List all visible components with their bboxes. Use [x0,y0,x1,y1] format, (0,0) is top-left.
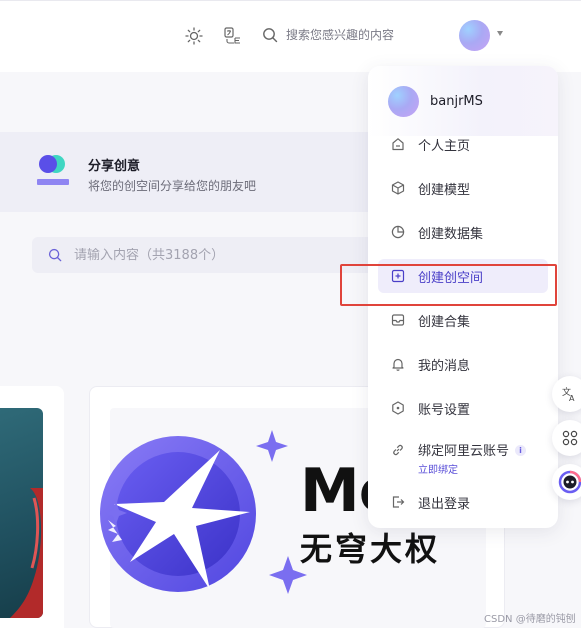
top-divider [0,0,581,1]
username: banjrMS [430,94,483,109]
assistant-icon [558,470,581,494]
menu-item-label: 创建创空间 [418,270,484,286]
info-icon[interactable]: i [515,445,527,456]
caret-down-icon[interactable] [497,31,503,36]
settings-icon [390,400,406,416]
header-search[interactable]: 搜索您感兴趣的内容 [262,26,394,43]
assistant-button[interactable] [552,464,581,500]
inbox-icon [390,312,406,328]
share-title: 分享创意 [88,159,141,174]
project-card-image [0,408,43,618]
page-search-input[interactable] [74,247,334,263]
menu-item-label: 账号设置 [418,402,471,418]
menu-item-messages[interactable]: 我的消息 [378,347,548,381]
menu-item-create-space[interactable]: 创建创空间 [378,259,548,293]
share-subtitle: 将您的创空间分享给您的朋友吧 [88,179,257,193]
home-icon [390,136,406,152]
translate-button[interactable]: 文A [552,376,581,412]
search-icon [263,27,278,42]
brand-cn-text: 无穹大权 [300,530,441,568]
page-search[interactable] [32,237,392,273]
user-dropdown-menu: banjrMS 个人主页 创建模型 创建数据集 创建创空间 创建合集 我的消息 … [368,66,558,528]
menu-item-home[interactable]: 个人主页 [378,127,548,161]
menu-item-label: 个人主页 [418,138,471,154]
header-search-placeholder: 搜索您感兴趣的内容 [286,28,395,42]
menu-item-label: 退出登录 [418,496,471,512]
bind-aliyun-label: 绑定阿里云账号 [418,444,510,459]
menu-item-label: 我的消息 [418,358,471,374]
menu-item-bind-aliyun[interactable]: 绑定阿里云账号 i 立即绑定 [390,440,527,476]
menu-user-row[interactable]: banjrMS [388,86,483,117]
translate-icon: 文A [562,386,575,403]
menu-item-create-dataset[interactable]: 创建数据集 [378,215,548,249]
share-logo-icon [37,155,69,185]
menu-item-create-model[interactable]: 创建模型 [378,171,548,205]
link-icon [390,442,406,458]
bell-icon [390,356,406,372]
svg-text:A: A [569,394,575,403]
bind-now-link[interactable]: 立即绑定 [418,461,526,476]
apps-grid-icon [562,430,578,446]
cube-icon [390,180,406,196]
menu-item-logout[interactable]: 退出登录 [378,485,548,519]
search-icon [48,248,62,262]
theme-sun-icon[interactable] [182,24,206,48]
logout-icon [390,494,406,510]
folder-plus-icon [390,268,406,284]
pie-chart-icon [390,224,406,240]
watermark: CSDN @待磨的钝刨 [484,614,576,625]
brand-logo-icon [100,430,307,594]
menu-item-create-collection[interactable]: 创建合集 [378,303,548,337]
menu-item-label: 创建数据集 [418,226,484,242]
avatar [388,86,419,117]
menu-item-label: 创建合集 [418,314,471,330]
menu-item-account-settings[interactable]: 账号设置 [378,391,548,425]
language-switch-icon[interactable] [221,24,245,48]
avatar[interactable] [459,20,490,51]
menu-item-label: 创建模型 [418,182,471,198]
apps-grid-button[interactable] [552,420,581,456]
